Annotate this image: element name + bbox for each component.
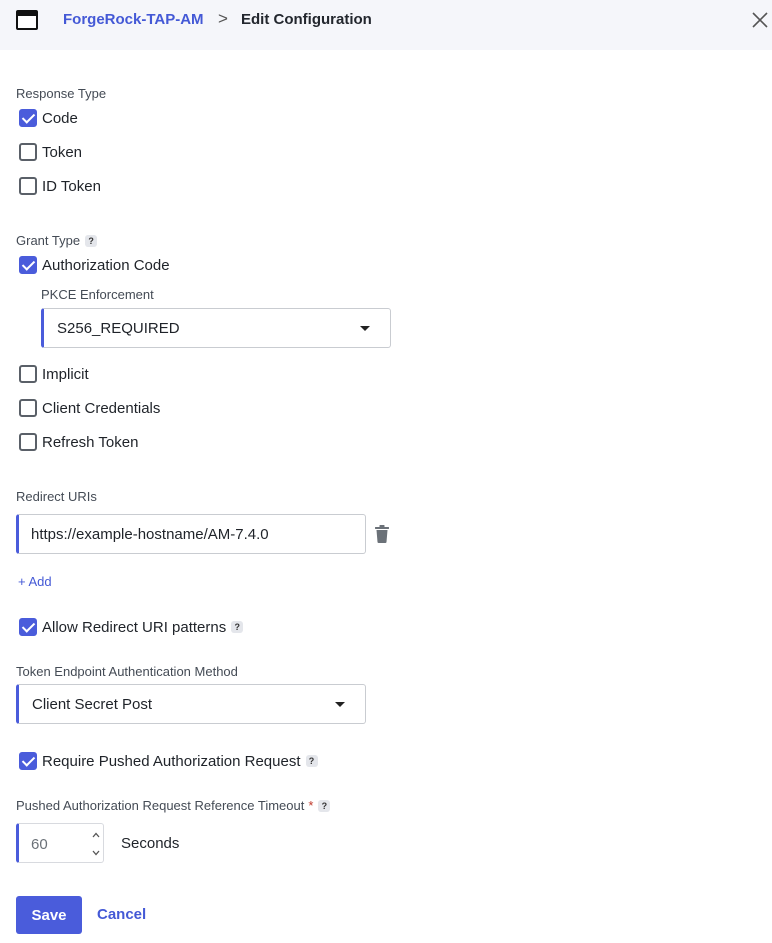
par-timeout-label-text: Pushed Authorization Request Reference T… <box>16 798 305 813</box>
checkbox-label: Allow Redirect URI patterns <box>42 618 227 636</box>
require-par-checkbox[interactable]: Require Pushed Authorization Request ? <box>19 751 318 771</box>
help-icon[interactable]: ? <box>231 621 244 633</box>
response-type-label: Response Type <box>16 86 107 101</box>
page-header: ForgeRock-TAP-AM > Edit Configuration <box>0 0 772 50</box>
help-icon[interactable]: ? <box>85 235 98 247</box>
checkbox-label: Implicit <box>42 365 89 383</box>
checkbox-checked-icon[interactable] <box>19 752 37 770</box>
chevron-right-icon: > <box>218 9 228 28</box>
checkbox-icon[interactable] <box>19 143 37 161</box>
page-title: Edit Configuration <box>241 11 372 28</box>
checkbox-icon[interactable] <box>19 365 37 383</box>
grant-type-client-credentials-checkbox[interactable]: Client Credentials <box>19 398 160 418</box>
checkbox-icon[interactable] <box>19 399 37 417</box>
grant-type-refresh-token-checkbox[interactable]: Refresh Token <box>19 432 138 452</box>
chevron-down-icon <box>360 326 370 331</box>
close-icon[interactable] <box>750 10 770 30</box>
response-type-token-checkbox[interactable]: Token <box>19 142 82 162</box>
help-icon[interactable]: ? <box>305 755 318 767</box>
checkbox-label: Token <box>42 143 83 161</box>
save-button[interactable]: Save <box>16 896 82 934</box>
window-icon <box>16 10 38 30</box>
token-endpoint-auth-value: Client Secret Post <box>32 696 153 713</box>
checkbox-label: ID Token <box>42 177 101 195</box>
checkbox-label: Authorization Code <box>42 256 170 274</box>
allow-redirect-uri-patterns-checkbox[interactable]: Allow Redirect URI patterns ? <box>19 617 244 637</box>
breadcrumb-app-link[interactable]: ForgeRock-TAP-AM <box>63 11 204 28</box>
cancel-button[interactable]: Cancel <box>97 906 146 923</box>
checkbox-icon[interactable] <box>19 177 37 195</box>
checkbox-label: Refresh Token <box>42 433 139 451</box>
checkbox-checked-icon[interactable] <box>19 256 37 274</box>
token-endpoint-auth-label: Token Endpoint Authentication Method <box>16 664 238 679</box>
checkbox-label: Code <box>42 109 78 127</box>
checkbox-label: Client Credentials <box>42 399 161 417</box>
redirect-uri-input[interactable] <box>16 514 366 554</box>
response-type-code-checkbox[interactable]: Code <box>19 108 78 128</box>
redirect-uris-label: Redirect URIs <box>16 489 97 504</box>
token-endpoint-auth-select[interactable]: Client Secret Post <box>16 684 366 724</box>
par-timeout-value: 60 <box>31 836 48 853</box>
grant-type-implicit-checkbox[interactable]: Implicit <box>19 364 89 384</box>
checkbox-checked-icon[interactable] <box>19 618 37 636</box>
grant-type-authorization-code-checkbox[interactable]: Authorization Code <box>19 255 170 275</box>
add-redirect-uri-link[interactable]: + Add <box>18 574 52 589</box>
par-timeout-label: Pushed Authorization Request Reference T… <box>16 798 331 813</box>
required-marker: * <box>308 798 314 813</box>
grant-type-label: Grant Type? <box>16 233 98 248</box>
trash-icon[interactable] <box>375 525 389 543</box>
checkbox-label: Require Pushed Authorization Request <box>42 752 301 770</box>
pkce-enforcement-label: PKCE Enforcement <box>41 287 154 302</box>
chevron-down-icon[interactable] <box>91 849 101 857</box>
pkce-enforcement-value: S256_REQUIRED <box>57 320 180 337</box>
par-timeout-unit: Seconds <box>121 835 180 852</box>
par-timeout-number-input[interactable]: 60 <box>16 823 104 863</box>
checkbox-checked-icon[interactable] <box>19 109 37 127</box>
chevron-down-icon <box>335 702 345 707</box>
checkbox-icon[interactable] <box>19 433 37 451</box>
response-type-id-token-checkbox[interactable]: ID Token <box>19 176 101 196</box>
pkce-enforcement-select[interactable]: S256_REQUIRED <box>41 308 391 348</box>
help-icon[interactable]: ? <box>318 800 331 812</box>
chevron-up-icon[interactable] <box>91 831 101 839</box>
grant-type-label-text: Grant Type <box>16 233 81 248</box>
